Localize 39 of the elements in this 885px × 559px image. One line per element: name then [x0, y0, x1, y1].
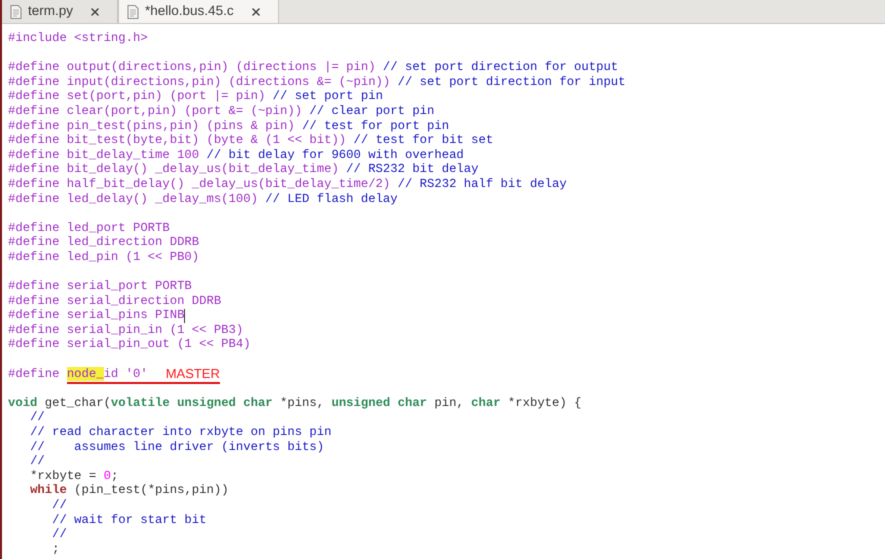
code-line: #define led_delay() _delay_ms(100) // LED flash delay: [8, 192, 398, 206]
code-line: // read character into rxbyte on pins pin: [30, 425, 332, 440]
code-line: #define node_id '0': [8, 366, 148, 382]
code-line: //: [30, 454, 45, 469]
code-line: #define serial_pins PINB: [8, 308, 184, 323]
document-icon: [127, 4, 140, 18]
code-line: #define pin_test(pins,pin) (pins & pin) // test for port pin: [8, 118, 450, 134]
code-line: while (pin_test(*pins,pin)): [30, 483, 229, 498]
code-line: #define output(directions,pin) (directions |= pin) // set port direction for output: [8, 60, 618, 75]
code-line: #define input(directions,pin) (directions &= (~pin)) // set port direction for input: [8, 74, 626, 90]
document-icon: [10, 4, 22, 18]
code-line: #define bit_delay() _delay_us(bit_delay_time) // RS232 bit delay: [8, 162, 478, 177]
code-line: //: [30, 410, 45, 426]
code-line: #define serial_pin_out (1 << PB4): [8, 337, 251, 352]
tab-label: term.py: [28, 2, 74, 20]
code-line: void get_char(volatile unsigned char *pins, unsigned char pin, char *rxbyte) {: [8, 396, 582, 410]
annotation-label: MASTER: [166, 366, 220, 382]
code-line: #include <string.h>: [8, 31, 148, 46]
code-line: #define bit_delay_time 100 // bit delay for 9600 with overhead: [8, 148, 464, 162]
file-tab[interactable]: *hello.bus.45.c: [118, 0, 279, 23]
code-line: #define led_direction DDRB: [8, 235, 200, 250]
code-line: #define serial_pin_in (1 << PB3): [8, 322, 244, 338]
code-line: *rxbyte = 0;: [30, 468, 118, 484]
code-line: #define serial_direction DDRB: [8, 294, 222, 308]
code-line: #define serial_port PORTB: [8, 279, 192, 294]
code-line: //: [52, 527, 67, 542]
close-icon[interactable]: [89, 6, 102, 18]
code-line: ;: [52, 542, 60, 556]
code-line: // wait for start bit: [52, 512, 206, 528]
code-line: // assumes line driver (inverts bits): [30, 440, 324, 454]
code-line: #define set(port,pin) (port |= pin) // set port pin: [8, 89, 383, 104]
code-line: #define clear(port,pin) (port &= (~pin)) // clear port pin: [8, 104, 434, 119]
code-line: #define bit_test(byte,bit) (byte & (1 << bit)) // test for bit set: [8, 133, 494, 148]
tab-label: *hello.bus.45.c: [145, 2, 234, 20]
code-line: #define half_bit_delay() _delay_us(bit_delay_time/2) // RS232 half bit delay: [8, 176, 567, 192]
code-line: //: [52, 498, 67, 513]
close-icon[interactable]: [250, 6, 262, 18]
code-line: #define led_pin (1 << PB0): [8, 250, 200, 264]
code-line: #define led_port PORTB: [8, 220, 170, 236]
